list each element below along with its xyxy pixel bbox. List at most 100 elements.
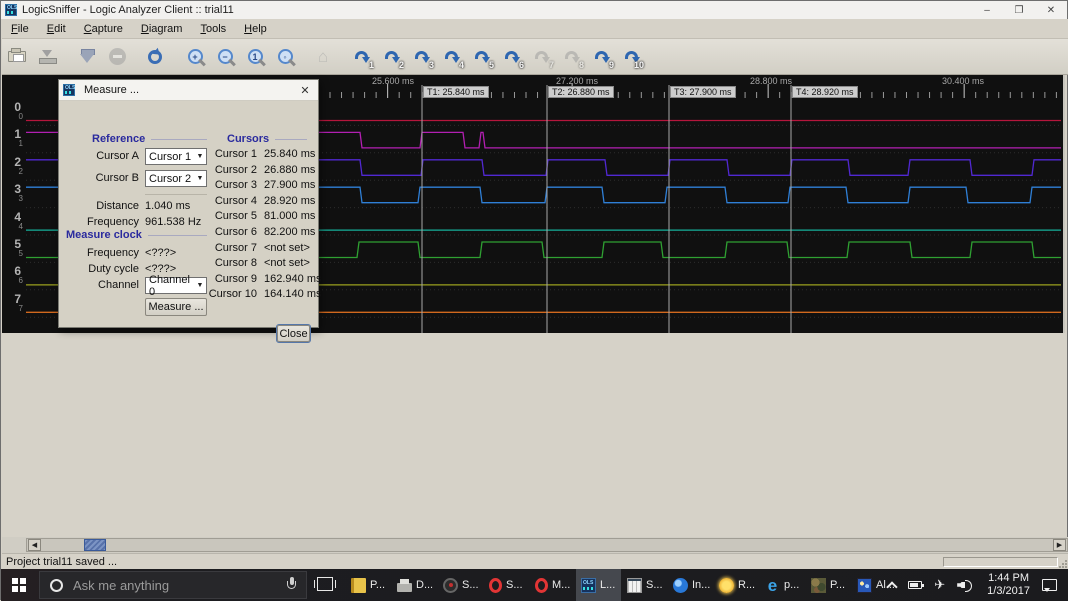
taskbar-app-printer[interactable]: D... [392,569,437,601]
cursor-value: 81.000 ms [264,210,316,223]
menu-capture[interactable]: Capture [75,21,132,37]
taskbar-app-label: In... [692,579,711,591]
taskbar-app-opera[interactable]: M... [530,569,575,601]
menu-file[interactable]: File [2,21,38,37]
zoom-out-button[interactable]: − [210,43,240,71]
zoom-original-button[interactable]: 1 [240,43,270,71]
opera-icon [535,577,548,593]
cursor-flag-1[interactable]: T1: 25.840 ms [423,86,489,98]
curved-arrow-icon [444,50,460,63]
taskbar-app-calculator[interactable]: S... [622,569,667,601]
taskbar-app-edge[interactable]: e p... [760,569,805,601]
begin-capture-button[interactable] [72,43,102,71]
cursor-list-row: Cursor 9 162.940 ms [59,273,322,290]
minimize-button[interactable]: – [971,1,1003,19]
goto-cursor-1-button[interactable]: 1 [346,43,376,71]
taskbar-app-notebook[interactable]: P... [346,569,391,601]
goto-cursor-5-button[interactable]: 5 [466,43,496,71]
save-button[interactable] [32,43,62,71]
dialog-title-bar[interactable]: Measure ... ✕ [59,80,318,101]
taskbar-app-opera[interactable]: S... [484,569,529,601]
cursor-name: Cursor 4 [214,194,257,207]
channel-5-sublabel: 5 [18,249,23,258]
cursor-value: 25.840 ms [264,148,316,160]
cursor-value: 27.900 ms [264,179,316,192]
goto-cursor-9-button[interactable]: 9 [586,43,616,71]
scrollbar-thumb[interactable] [84,539,106,551]
printer-icon [397,579,412,592]
search-placeholder: Ask me anything [73,577,170,593]
resize-grip[interactable] [1059,560,1067,568]
opera-icon [489,577,502,593]
menu-diagram[interactable]: Diagram [132,21,192,37]
curved-arrow-icon [534,50,550,63]
clock[interactable]: 1:44 PM 1/3/2017 [987,572,1030,598]
app-logo-icon [5,4,17,16]
close-dialog-button[interactable]: Close [276,324,311,343]
cursor-list-row: Cursor 6 82.200 ms [59,226,320,243]
cursor-name: Cursor 6 [214,226,257,238]
channel-0-sublabel: 0 [18,112,23,121]
cursor-flag-2[interactable]: T2: 26.880 ms [548,86,614,98]
goto-cursor-3-button[interactable]: 3 [406,43,436,71]
close-button[interactable]: ✕ [1035,1,1067,19]
battery-icon[interactable] [908,581,925,589]
start-button[interactable] [1,569,37,601]
cursor-list-row: Cursor 1 25.840 ms [59,148,320,165]
curved-arrow-icon [354,50,370,63]
zoom-fit-button[interactable]: ◦ [270,43,300,71]
taskbar-app-ols[interactable]: L... [576,569,621,601]
goto-cursor-6-button[interactable]: 6 [496,43,526,71]
wheel-icon [443,577,458,593]
microphone-icon[interactable] [287,577,296,592]
menu-edit[interactable]: Edit [38,21,75,37]
dialog-title: Measure ... [84,84,140,96]
taskbar-app-label: S... [506,579,523,591]
globe-icon [673,577,688,593]
painting-icon [857,577,872,593]
task-view-button[interactable] [314,577,336,591]
channel-3-sublabel: 3 [18,194,23,204]
cursor-flag-3[interactable]: T3: 27.900 ms [670,86,736,98]
cursor-list-row: Cursor 2 26.880 ms [59,164,320,181]
search-input[interactable]: Ask me anything [39,571,307,599]
scrollbar-track[interactable]: ◀ ▶ [26,538,1068,552]
repeat-capture-button[interactable] [140,43,170,71]
taskbar-app-sun[interactable]: R... [714,569,759,601]
cursor-value: 28.920 ms [264,194,316,207]
camo-icon [811,577,826,593]
taskbar-app-label: R... [738,579,756,591]
taskbar-app-camo[interactable]: P... [806,569,851,601]
channel-6-sublabel: 6 [18,276,23,286]
zoom-in-button[interactable]: + [180,43,210,71]
scroll-left-arrow[interactable]: ◀ [28,539,41,551]
cursor-list-row: Cursor 5 81.000 ms [59,210,320,227]
menu-help[interactable]: Help [235,21,276,37]
menu-bar: File Edit Capture Diagram Tools Help [2,19,1068,39]
cursor-value: <not set> [264,257,310,270]
goto-cursor-4-button[interactable]: 4 [436,43,466,71]
menu-tools[interactable]: Tools [191,21,235,37]
action-center-icon[interactable] [1042,579,1057,592]
network-icon[interactable]: ✈ [934,577,945,593]
status-bar: Project trial11 saved ... [2,553,1068,569]
goto-cursor-2-button[interactable]: 2 [376,43,406,71]
curved-arrow-icon [624,50,640,63]
tray-expand-icon[interactable] [886,581,898,593]
goto-cursor-10-button[interactable]: 10 [616,43,646,71]
taskbar-app-globe[interactable]: In... [668,569,713,601]
ruler-time-label: 28.800 ms [749,76,793,86]
open-button[interactable] [2,43,32,71]
status-message: Project trial11 saved ... [6,555,118,568]
dialog-close-icon[interactable]: ✕ [292,84,318,97]
curved-arrow-icon [474,50,490,63]
ruler-time-label: 27.200 ms [555,76,599,86]
volume-icon[interactable] [957,578,973,592]
scroll-right-arrow[interactable]: ▶ [1053,539,1066,551]
taskbar-app-wheel[interactable]: S... [438,569,483,601]
restore-button[interactable]: ❐ [1003,1,1035,19]
calculator-icon [627,577,642,593]
cursor-flag-4[interactable]: T4: 28.920 ms [792,86,858,98]
toolbar: + −1 ◦ ⌂ 1 2 3 4 5 6 7 8 9 10 [2,39,1068,75]
cursor-name: Cursor 8 [214,257,257,270]
